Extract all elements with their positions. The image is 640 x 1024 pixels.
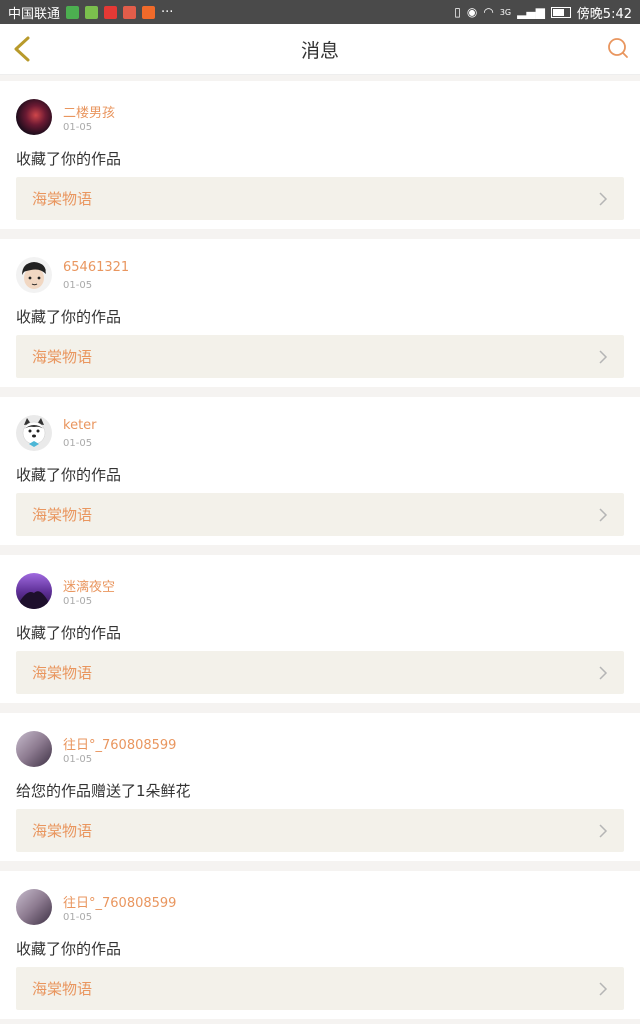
message-date: 01-05 bbox=[63, 438, 93, 449]
work-link[interactable]: 海棠物语 bbox=[16, 493, 624, 536]
nav-bar: 消息 bbox=[0, 24, 640, 75]
avatar[interactable] bbox=[16, 889, 52, 925]
username[interactable]: 二楼男孩 bbox=[63, 102, 115, 121]
chevron-right-icon bbox=[599, 349, 608, 364]
username[interactable]: 迷漓夜空 bbox=[63, 576, 115, 595]
message-card: 迷漓夜空 01-05 收藏了你的作品 海棠物语 bbox=[0, 555, 640, 703]
chevron-right-icon bbox=[599, 665, 608, 680]
avatar[interactable] bbox=[16, 257, 52, 293]
chevron-right-icon bbox=[599, 191, 608, 206]
chevron-right-icon bbox=[599, 981, 608, 996]
username[interactable]: 往日°_760808599 bbox=[63, 734, 176, 753]
message-date: 01-05 bbox=[63, 122, 93, 133]
message-card: 往日°_760808599 01-05 收藏了你的作品 海棠物语 bbox=[0, 871, 640, 1019]
cartoon-boy-icon bbox=[22, 262, 47, 289]
more-notifications: ··· bbox=[161, 4, 174, 20]
message-card: 往日°_760808599 01-05 给您的作品赠送了1朵鲜花 海棠物语 bbox=[0, 713, 640, 861]
work-link[interactable]: 海棠物语 bbox=[16, 335, 624, 378]
chevron-right-icon bbox=[599, 823, 608, 838]
photo-app-icon bbox=[123, 5, 137, 19]
message-date: 01-05 bbox=[63, 280, 93, 291]
husky-dog-icon bbox=[22, 418, 46, 447]
work-title: 海棠物语 bbox=[32, 506, 93, 524]
clock: 傍晚5:42 bbox=[576, 6, 632, 22]
page-title: 消息 bbox=[300, 39, 339, 62]
message-card: 二楼男孩 01-05 收藏了你的作品 海棠物语 bbox=[0, 81, 640, 229]
message-date: 01-05 bbox=[63, 754, 93, 765]
work-link[interactable]: 海棠物语 bbox=[16, 651, 624, 694]
search-icon[interactable] bbox=[606, 36, 630, 60]
avatar[interactable] bbox=[16, 415, 52, 451]
wifi-icon: ◠ bbox=[483, 5, 494, 19]
username[interactable]: keter bbox=[63, 418, 97, 433]
wechat-icon bbox=[85, 5, 99, 19]
message-text: 收藏了你的作品 bbox=[16, 150, 122, 168]
mail-app-icon bbox=[104, 5, 118, 19]
message-card: keter 01-05 收藏了你的作品 海棠物语 bbox=[0, 397, 640, 545]
work-link[interactable]: 海棠物语 bbox=[16, 177, 624, 220]
username[interactable]: 65461321 bbox=[63, 260, 129, 275]
avatar[interactable] bbox=[16, 99, 52, 135]
work-title: 海棠物语 bbox=[32, 664, 93, 682]
back-arrow-icon[interactable] bbox=[8, 34, 38, 64]
message-text: 收藏了你的作品 bbox=[16, 624, 122, 642]
night-sky-icon bbox=[20, 591, 48, 609]
signal-icon: ▂▄▆ bbox=[517, 5, 545, 19]
username[interactable]: 往日°_760808599 bbox=[63, 892, 176, 911]
play-app-icon bbox=[142, 5, 156, 19]
work-title: 海棠物语 bbox=[32, 822, 93, 840]
message-list: 二楼男孩 01-05 收藏了你的作品 海棠物语 65461321 01-05 收… bbox=[0, 81, 640, 1019]
carrier-label: 中国联通 bbox=[8, 6, 61, 22]
message-text: 收藏了你的作品 bbox=[16, 940, 122, 958]
work-link[interactable]: 海棠物语 bbox=[16, 809, 624, 852]
work-link[interactable]: 海棠物语 bbox=[16, 967, 624, 1010]
chevron-right-icon bbox=[599, 507, 608, 522]
work-title: 海棠物语 bbox=[32, 190, 93, 208]
avatar[interactable] bbox=[16, 573, 52, 609]
work-title: 海棠物语 bbox=[32, 348, 93, 366]
message-date: 01-05 bbox=[63, 596, 93, 607]
message-card: 65461321 01-05 收藏了你的作品 海棠物语 bbox=[0, 239, 640, 387]
status-bar: 中国联通 ··· ▯ ◉ ◠ 3G ▂▄▆ 傍晚5:42 bbox=[0, 0, 640, 24]
message-date: 01-05 bbox=[63, 912, 93, 923]
work-title: 海棠物语 bbox=[32, 980, 93, 998]
vibrate-icon: ▯ bbox=[454, 5, 461, 19]
video-app-icon bbox=[66, 5, 80, 19]
message-text: 收藏了你的作品 bbox=[16, 466, 122, 484]
eye-icon: ◉ bbox=[466, 5, 478, 19]
network-type: 3G bbox=[499, 7, 512, 17]
battery-icon bbox=[550, 6, 571, 18]
message-text: 给您的作品赠送了1朵鲜花 bbox=[16, 782, 191, 800]
message-text: 收藏了你的作品 bbox=[16, 308, 122, 326]
avatar[interactable] bbox=[16, 731, 52, 767]
